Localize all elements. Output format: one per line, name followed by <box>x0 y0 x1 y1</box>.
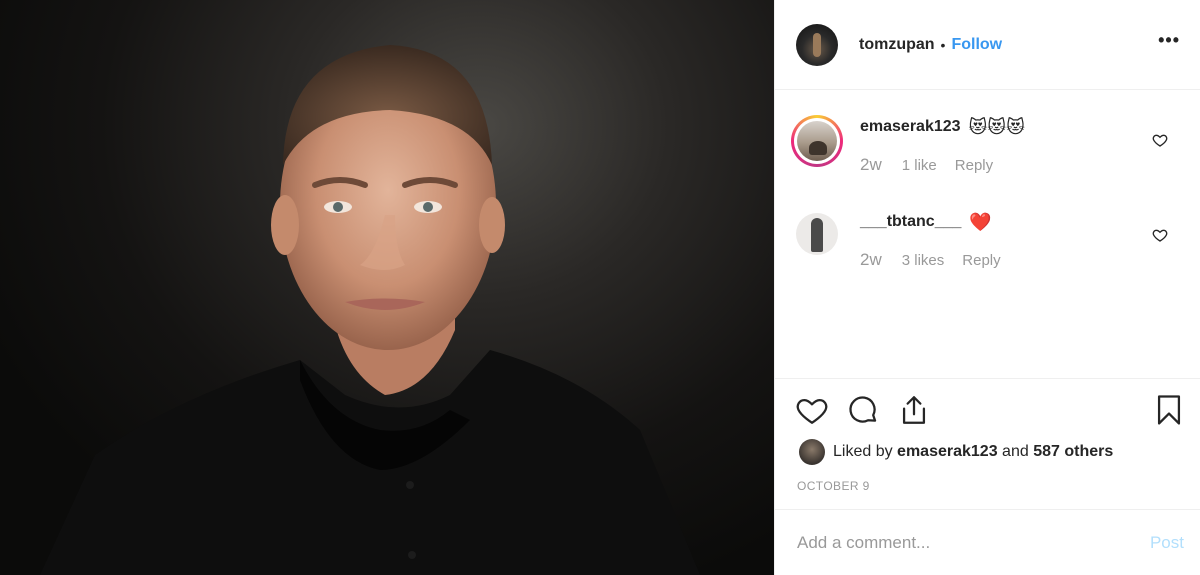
liked-by-row: Liked by emaserak123 and 587 others <box>775 439 1200 465</box>
liked-by-user[interactable]: emaserak123 <box>897 443 998 461</box>
comment-likes[interactable]: 3 likes <box>902 252 945 269</box>
commenter-avatar[interactable] <box>796 213 838 255</box>
follow-button[interactable]: Follow <box>951 36 1002 54</box>
comment-like-heart-icon[interactable] <box>1152 227 1168 243</box>
bookmark-icon[interactable] <box>1152 393 1186 427</box>
add-comment-bar: Post <box>775 509 1200 575</box>
author-avatar[interactable] <box>796 23 838 66</box>
comment-time[interactable]: 2w <box>860 155 882 175</box>
comment-username[interactable]: emaserak123 <box>860 118 961 136</box>
liked-by-conjunction: and <box>1002 443 1029 460</box>
heart-outline-icon[interactable] <box>795 393 829 427</box>
comment-username[interactable]: ___tbtanc___ <box>860 213 961 231</box>
liked-by-others[interactable]: 587 others <box>1033 443 1113 461</box>
portrait-image <box>40 45 700 575</box>
comment-likes[interactable]: 1 like <box>902 157 937 174</box>
commenter-avatar[interactable] <box>797 121 837 161</box>
comment-item: emaserak123 😻😻😻 2w 1 like Reply <box>791 115 1180 175</box>
post-comment-button[interactable]: Post <box>1150 533 1184 553</box>
add-comment-input[interactable] <box>797 532 1150 553</box>
post-date[interactable]: OCTOBER 9 <box>775 479 1200 493</box>
comments-list[interactable]: emaserak123 😻😻😻 2w 1 like Reply ___tbtan… <box>775 90 1200 378</box>
post-side-panel: tomzupan • Follow ••• emaserak123 😻😻😻 2w… <box>774 0 1200 575</box>
comment-bubble-icon[interactable] <box>846 393 880 427</box>
reply-button[interactable]: Reply <box>962 252 1000 269</box>
comment-time[interactable]: 2w <box>860 250 882 270</box>
post-actions-section: Liked by emaserak123 and 587 others OCTO… <box>775 378 1200 493</box>
more-options-icon[interactable]: ••• <box>1158 30 1180 59</box>
comment-item: ___tbtanc___ ❤️ 2w 3 likes Reply <box>791 210 1180 270</box>
story-ring[interactable] <box>791 115 843 167</box>
header-separator: • <box>940 36 946 53</box>
comment-text: ❤️ <box>969 211 992 232</box>
share-upload-icon[interactable] <box>897 393 931 427</box>
liker-avatar[interactable] <box>799 439 825 465</box>
author-username[interactable]: tomzupan <box>859 36 935 54</box>
action-bar <box>775 379 1200 441</box>
liked-by-prefix: Liked by <box>833 443 893 460</box>
post-photo[interactable] <box>0 0 774 575</box>
post-header: tomzupan • Follow ••• <box>775 0 1200 90</box>
comment-like-heart-icon[interactable] <box>1152 132 1168 148</box>
comment-text: 😻😻😻 <box>968 116 1025 137</box>
reply-button[interactable]: Reply <box>955 157 993 174</box>
